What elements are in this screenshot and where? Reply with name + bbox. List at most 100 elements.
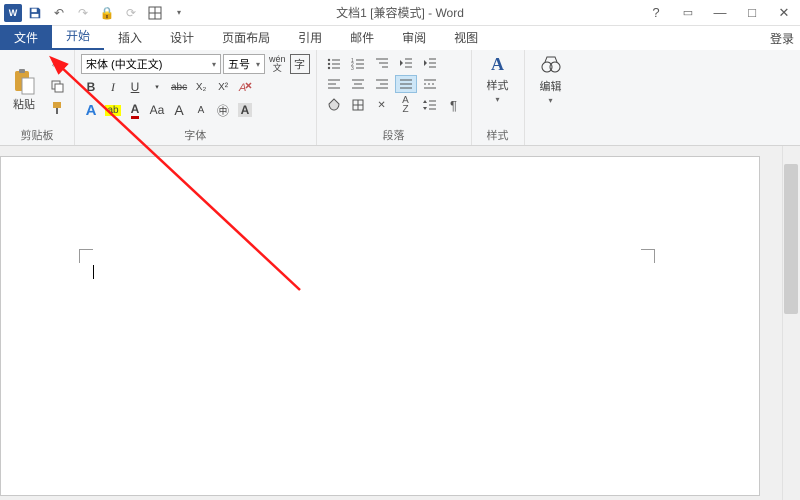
document-area — [0, 146, 800, 500]
margin-corner-tr — [641, 249, 655, 263]
sign-in-link[interactable]: 登录 — [770, 30, 794, 47]
group-styles-label: 样式 — [478, 125, 518, 143]
font-size-combo[interactable]: 五号▾ — [223, 54, 265, 74]
font-size-value: 五号 — [228, 56, 250, 72]
character-border-button[interactable]: 字 — [290, 54, 310, 74]
align-right-button[interactable] — [371, 75, 393, 93]
font-color-button[interactable]: A — [125, 100, 145, 120]
styles-button[interactable]: A 样式 ▾ — [478, 54, 518, 125]
sort-button[interactable]: AZ — [395, 96, 417, 114]
strikethrough-button[interactable]: abc — [169, 77, 189, 97]
change-case-button[interactable]: Aa — [147, 100, 167, 120]
word-app-icon: W — [4, 4, 22, 22]
align-center-button[interactable] — [347, 75, 369, 93]
lock-icon[interactable]: 🔒 — [96, 3, 118, 23]
text-effects-button[interactable]: A — [81, 100, 101, 120]
character-shading-button[interactable]: A — [235, 100, 255, 120]
increase-indent-button[interactable] — [419, 54, 441, 72]
ribbon-display-icon[interactable]: ▭ — [676, 3, 700, 23]
grow-font-button[interactable]: A — [169, 100, 189, 120]
paste-label: 粘贴 — [13, 96, 35, 112]
styles-label: 样式 — [487, 77, 509, 93]
window-controls: ? ▭ — □ ✕ — [644, 3, 796, 23]
svg-text:3: 3 — [351, 66, 354, 70]
group-clipboard-label: 剪贴板 — [6, 125, 68, 143]
tab-layout[interactable]: 页面布局 — [208, 25, 284, 50]
cut-icon[interactable]: ✂ — [46, 54, 68, 74]
redo-icon[interactable]: ↷ — [72, 3, 94, 23]
distributed-button[interactable] — [419, 75, 441, 93]
scrollbar-thumb[interactable] — [784, 164, 798, 314]
help-icon[interactable]: ? — [644, 3, 668, 23]
tab-review[interactable]: 审阅 — [388, 25, 440, 50]
phonetic-guide-button[interactable]: wén文 — [267, 54, 288, 74]
tab-references[interactable]: 引用 — [284, 25, 336, 50]
save-icon[interactable] — [24, 3, 46, 23]
binoculars-icon — [540, 54, 562, 76]
group-paragraph: 123 ✕ AZ ¶ 段落 — [317, 50, 472, 145]
page[interactable] — [0, 156, 760, 496]
ribbon-tabs: 文件 开始 插入 设计 页面布局 引用 邮件 审阅 视图 登录 — [0, 26, 800, 50]
margin-corner-tl — [79, 249, 93, 263]
editing-label: 编辑 — [540, 78, 562, 94]
qat-customize-icon[interactable]: ▾ — [168, 3, 190, 23]
copy-icon[interactable] — [46, 76, 68, 96]
group-editing-label — [531, 129, 571, 143]
paste-icon — [12, 68, 36, 96]
shading-button[interactable] — [323, 96, 345, 114]
window-title: 文档1 [兼容模式] - Word — [336, 4, 464, 21]
refresh-icon[interactable]: ⟳ — [120, 3, 142, 23]
group-styles: A 样式 ▾ 样式 — [472, 50, 525, 145]
format-painter-icon[interactable] — [46, 98, 68, 118]
undo-icon[interactable]: ↶ — [48, 3, 70, 23]
numbering-button[interactable]: 123 — [347, 54, 369, 72]
decrease-indent-button[interactable] — [395, 54, 417, 72]
maximize-icon[interactable]: □ — [740, 3, 764, 23]
underline-dropdown-icon[interactable]: ▾ — [147, 77, 167, 97]
vertical-scrollbar[interactable] — [782, 146, 800, 500]
align-left-button[interactable] — [323, 75, 345, 93]
multilevel-list-button[interactable] — [371, 54, 393, 72]
quick-access-toolbar: W ↶ ↷ 🔒 ⟳ ▾ — [0, 3, 190, 23]
font-name-combo[interactable]: 宋体 (中文正文) ▾ — [81, 54, 221, 74]
justify-button[interactable] — [395, 75, 417, 93]
chevron-down-icon: ▾ — [212, 60, 216, 69]
tab-insert[interactable]: 插入 — [104, 25, 156, 50]
italic-button[interactable]: I — [103, 77, 123, 97]
superscript-button[interactable]: X² — [213, 77, 233, 97]
tab-home[interactable]: 开始 — [52, 23, 104, 50]
group-paragraph-label: 段落 — [323, 125, 465, 143]
font-name-value: 宋体 (中文正文) — [86, 56, 162, 72]
tab-file[interactable]: 文件 — [0, 25, 52, 50]
chevron-down-icon: ▾ — [549, 96, 553, 105]
paste-button[interactable]: 粘贴 — [6, 54, 42, 125]
editing-button[interactable]: 编辑 ▾ — [531, 54, 571, 129]
tab-design[interactable]: 设计 — [156, 25, 208, 50]
clear-formatting-button[interactable]: A — [235, 77, 255, 97]
shrink-font-button[interactable]: A — [191, 100, 211, 120]
text-cursor — [93, 265, 94, 279]
group-font-label: 字体 — [81, 125, 310, 143]
borders-button[interactable] — [347, 96, 369, 114]
snap-to-grid-button[interactable]: ✕ — [371, 96, 393, 114]
underline-button[interactable]: U — [125, 77, 145, 97]
line-spacing-button[interactable] — [419, 96, 441, 114]
ribbon: 粘贴 ✂ 剪贴板 宋体 (中文正文)▾ 五号▾ wén文 字 B I U ▾ — [0, 50, 800, 146]
table-icon[interactable] — [144, 3, 166, 23]
enclosed-char-button[interactable]: ㊥ — [213, 100, 233, 120]
close-icon[interactable]: ✕ — [772, 3, 796, 23]
styles-icon: A — [491, 54, 504, 75]
show-marks-button[interactable]: ¶ — [443, 96, 465, 114]
bold-button[interactable]: B — [81, 77, 101, 97]
subscript-button[interactable]: X₂ — [191, 77, 211, 97]
tab-mailings[interactable]: 邮件 — [336, 25, 388, 50]
chevron-down-icon: ▾ — [496, 95, 500, 104]
tab-view[interactable]: 视图 — [440, 25, 492, 50]
minimize-icon[interactable]: — — [708, 3, 732, 23]
title-bar: W ↶ ↷ 🔒 ⟳ ▾ 文档1 [兼容模式] - Word ? ▭ — □ ✕ — [0, 0, 800, 26]
group-clipboard: 粘贴 ✂ 剪贴板 — [0, 50, 75, 145]
group-font: 宋体 (中文正文)▾ 五号▾ wén文 字 B I U ▾ abc X₂ X² … — [75, 50, 317, 145]
bullets-button[interactable] — [323, 54, 345, 72]
group-editing: 编辑 ▾ — [525, 50, 577, 145]
highlight-button[interactable]: ab — [103, 100, 123, 120]
